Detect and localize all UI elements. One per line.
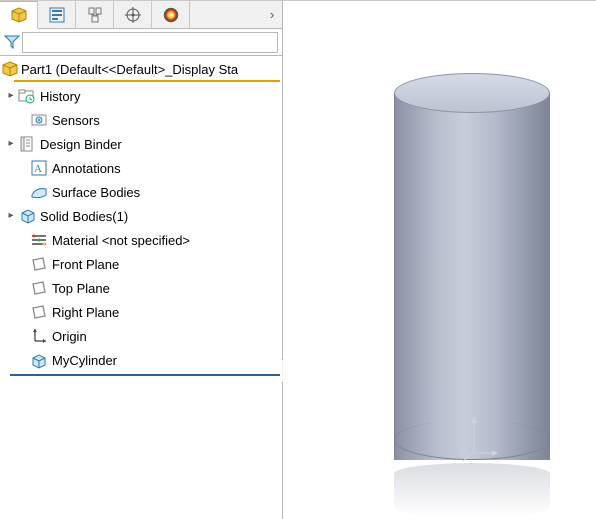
node-sensors[interactable]: Sensors [0, 108, 282, 132]
sensor-icon [30, 111, 48, 129]
tab-property-manager[interactable] [38, 1, 76, 28]
configuration-icon [86, 6, 104, 24]
filter-row [0, 29, 282, 56]
node-label: Surface Bodies [52, 185, 140, 200]
tree-root[interactable]: Part1 (Default<<Default>_Display Sta [0, 58, 282, 80]
node-label: Right Plane [52, 305, 119, 320]
tabs-overflow[interactable]: › [262, 1, 282, 28]
tab-dimxpert-manager[interactable] [114, 1, 152, 28]
node-history[interactable]: ▸ History [0, 84, 282, 108]
feature-tree: Part1 (Default<<Default>_Display Sta ▸ H… [0, 56, 282, 519]
node-right-plane[interactable]: Right Plane [0, 300, 282, 324]
node-label: Front Plane [52, 257, 119, 272]
funnel-icon [4, 34, 20, 50]
extrude-icon [30, 351, 48, 369]
svg-text:A: A [34, 163, 42, 175]
app-root: › Part1 (Default<<Default>_Display Sta ▸… [0, 0, 596, 519]
node-label: Top Plane [52, 281, 110, 296]
folder-history-icon [18, 87, 36, 105]
node-label: Material <not specified> [52, 233, 190, 248]
feature-manager-panel: › Part1 (Default<<Default>_Display Sta ▸… [0, 1, 283, 519]
node-top-plane[interactable]: Top Plane [0, 276, 282, 300]
triad-icon: * [459, 413, 499, 463]
annotations-icon: A [30, 159, 48, 177]
cube-icon [10, 6, 28, 24]
expander-icon[interactable]: ▸ [6, 139, 16, 149]
node-origin[interactable]: Origin [0, 324, 282, 348]
surface-icon [30, 183, 48, 201]
expander-icon[interactable]: ▸ [6, 211, 16, 221]
node-label: Origin [52, 329, 87, 344]
node-label: History [40, 89, 80, 104]
node-solid-bodies[interactable]: ▸ Solid Bodies(1) [0, 204, 282, 228]
chevron-right-icon: › [270, 7, 274, 22]
node-label: MyCylinder [52, 353, 117, 368]
svg-text:*: * [459, 449, 462, 458]
node-label: Annotations [52, 161, 121, 176]
tab-display-manager[interactable] [152, 1, 190, 28]
appearance-icon [162, 6, 180, 24]
plane-icon [30, 279, 48, 297]
origin-icon [30, 327, 48, 345]
target-icon [124, 6, 142, 24]
node-feature-mycylinder[interactable]: MyCylinder [0, 348, 282, 372]
material-icon [30, 231, 48, 249]
node-surface-bodies[interactable]: Surface Bodies [0, 180, 282, 204]
root-underline [14, 80, 280, 82]
tab-feature-manager[interactable] [0, 1, 38, 29]
node-label: Sensors [52, 113, 100, 128]
filter-input[interactable] [22, 32, 278, 53]
expander-icon[interactable]: ▸ [6, 91, 16, 101]
part-icon [2, 61, 18, 77]
node-label: Design Binder [40, 137, 122, 152]
panel-tabs: › [0, 1, 282, 29]
tree-end-underline [10, 374, 280, 376]
tabs-spacer [190, 1, 262, 28]
solid-icon [18, 207, 36, 225]
node-material[interactable]: Material <not specified> [0, 228, 282, 252]
model-cylinder[interactable] [394, 73, 550, 460]
cylinder-top [394, 73, 550, 113]
node-front-plane[interactable]: Front Plane [0, 252, 282, 276]
tab-configuration-manager[interactable] [76, 1, 114, 28]
plane-icon [30, 255, 48, 273]
root-label: Part1 (Default<<Default>_Display Sta [21, 62, 238, 77]
floor-reflection [394, 463, 550, 518]
binder-icon [18, 135, 36, 153]
node-label: Solid Bodies(1) [40, 209, 128, 224]
node-design-binder[interactable]: ▸ Design Binder [0, 132, 282, 156]
origin-triad: * [459, 413, 499, 463]
plane-icon [30, 303, 48, 321]
property-icon [48, 6, 66, 24]
cylinder-body [394, 93, 550, 460]
node-annotations[interactable]: A Annotations [0, 156, 282, 180]
graphics-viewport[interactable]: * [283, 1, 596, 519]
